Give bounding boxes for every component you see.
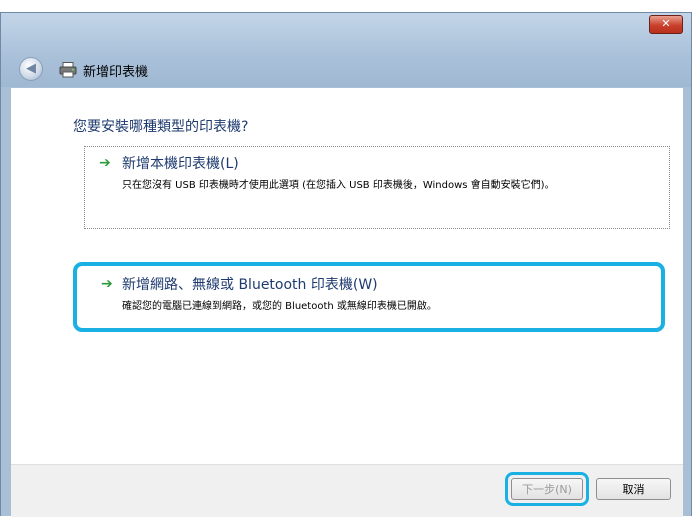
add-network-printer-option[interactable]: ➔ 新增網路、無線或 Bluetooth 印表機(W) 確認您的電腦已連線到網路… xyxy=(73,262,665,332)
printer-icon xyxy=(59,62,77,78)
wizard-content: 您要安裝哪種類型的印表機? ➔ 新增本機印表機(L) 只在您沒有 USB 印表機… xyxy=(11,88,683,464)
option-title: 新增本機印表機(L) xyxy=(122,156,239,172)
wizard-footer: 下一步(N) 取消 xyxy=(11,464,683,517)
window-title: 新增印表機 xyxy=(83,65,149,80)
page-question: 您要安裝哪種類型的印表機? xyxy=(73,119,249,135)
green-arrow-icon: ➔ xyxy=(99,155,111,171)
option-description: 只在您沒有 USB 印表機時才使用此選項 (在您插入 USB 印表機後，Wind… xyxy=(122,180,555,191)
option-title: 新增網路、無線或 Bluetooth 印表機(W) xyxy=(122,277,378,293)
cancel-button[interactable]: 取消 xyxy=(596,478,671,500)
close-button[interactable]: ✕ xyxy=(649,15,683,34)
add-local-printer-option[interactable]: ➔ 新增本機印表機(L) 只在您沒有 USB 印表機時才使用此選項 (在您插入 … xyxy=(84,146,670,229)
add-printer-window: ✕ ◀ 新增印表機 您要安裝哪種類型的印表機? ➔ 新增本機印表機(L) 只在您… xyxy=(0,12,692,517)
back-button[interactable]: ◀ xyxy=(19,57,43,81)
green-arrow-icon: ➔ xyxy=(101,276,113,292)
option-description: 確認您的電腦已連線到網路，或您的 Bluetooth 或無線印表機已開啟。 xyxy=(122,301,437,312)
title-bar: ✕ ◀ 新增印表機 xyxy=(1,13,691,87)
next-button[interactable]: 下一步(N) xyxy=(511,478,583,500)
